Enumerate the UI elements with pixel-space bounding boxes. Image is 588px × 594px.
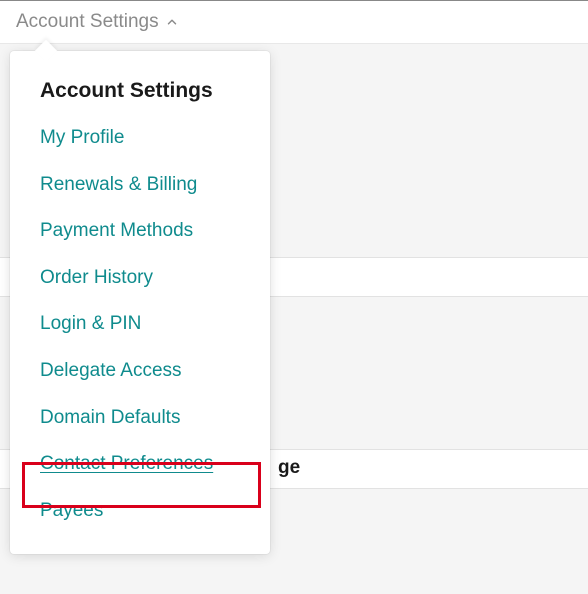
dropdown-header: Account Settings — [10, 79, 270, 115]
menu-item-delegate-access[interactable]: Delegate Access — [10, 348, 270, 395]
account-settings-dropdown: Account Settings My Profile Renewals & B… — [10, 51, 270, 554]
menu-item-contact-preferences[interactable]: Contact Preferences — [10, 441, 270, 488]
menu-item-renewals-billing[interactable]: Renewals & Billing — [10, 162, 270, 209]
account-settings-toggle-label: Account Settings — [16, 11, 159, 33]
menu-item-my-profile[interactable]: My Profile — [10, 115, 270, 162]
menu-item-payees[interactable]: Payees — [10, 488, 270, 535]
background-partial-text: ge — [278, 457, 300, 479]
menu-item-domain-defaults[interactable]: Domain Defaults — [10, 395, 270, 442]
account-settings-toggle[interactable]: Account Settings — [0, 1, 588, 44]
menu-item-payment-methods[interactable]: Payment Methods — [10, 208, 270, 255]
menu-item-login-pin[interactable]: Login & PIN — [10, 301, 270, 348]
chevron-up-icon — [165, 15, 179, 29]
menu-item-order-history[interactable]: Order History — [10, 255, 270, 302]
